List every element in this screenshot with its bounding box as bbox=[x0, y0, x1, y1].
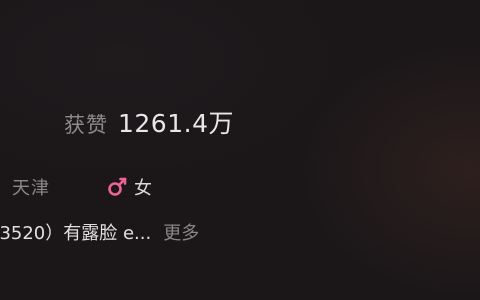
location-tag: 天津 bbox=[12, 178, 50, 199]
bio-text: 23520）有露脸 e... bbox=[0, 223, 152, 244]
likes-label: 获赞 bbox=[64, 113, 108, 137]
likes-stat: 获赞 1261.4万 bbox=[64, 104, 234, 140]
bio-row: 23520）有露脸 e... 更多 bbox=[0, 219, 199, 245]
likes-count: 1261.4万 bbox=[118, 109, 234, 138]
more-button[interactable]: 更多 bbox=[163, 219, 199, 245]
gender-tag: 女 bbox=[106, 174, 152, 200]
female-symbol-icon bbox=[106, 176, 128, 198]
profile-screen: 获赞 1261.4万 天津 女 23520）有露脸 e... 更多 bbox=[0, 0, 480, 300]
gender-label: 女 bbox=[134, 178, 152, 199]
profile-info-row: 天津 女 bbox=[12, 174, 152, 200]
